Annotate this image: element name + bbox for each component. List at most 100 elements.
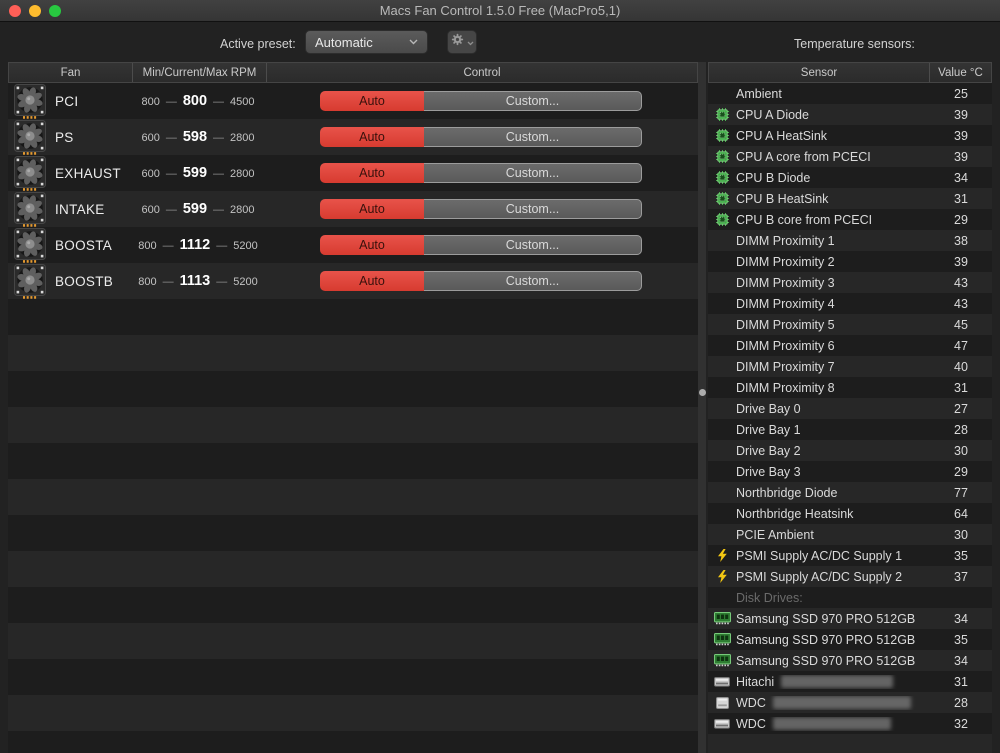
fan-rpm: 600 — 599 — 2800 bbox=[131, 201, 265, 217]
sensor-name: DIMM Proximity 5 bbox=[736, 317, 835, 332]
ssd-square-icon bbox=[708, 696, 736, 709]
sensor-name: WDC bbox=[736, 695, 766, 710]
empty-row bbox=[8, 335, 698, 371]
sensor-name: Northbridge Heatsink bbox=[736, 506, 854, 521]
close-button[interactable] bbox=[9, 5, 21, 17]
sensor-row[interactable]: DIMM Proximity 1 38 bbox=[708, 230, 992, 251]
sensor-row[interactable]: DIMM Proximity 8 31 bbox=[708, 377, 992, 398]
fan-control-segmented: Auto Custom... bbox=[320, 91, 642, 111]
fan-rpm-max: 2800 bbox=[230, 204, 255, 216]
sensor-row[interactable]: Samsung SSD 970 PRO 512GB 34 bbox=[708, 650, 992, 671]
sensor-name: Ambient bbox=[736, 86, 782, 101]
sensor-row[interactable]: CPU B core from PCECI 29 bbox=[708, 209, 992, 230]
auto-button[interactable]: Auto bbox=[320, 127, 424, 147]
rpm-separator: — bbox=[213, 168, 225, 180]
fan-icon bbox=[14, 155, 46, 191]
sensor-name: Samsung SSD 970 PRO 512GB bbox=[736, 632, 916, 647]
sensor-row[interactable]: CPU B HeatSink 31 bbox=[708, 188, 992, 209]
fan-icon bbox=[14, 263, 46, 299]
auto-button[interactable]: Auto bbox=[320, 163, 424, 183]
custom-button[interactable]: Custom... bbox=[424, 199, 642, 219]
splitter-handle-icon[interactable] bbox=[698, 389, 706, 396]
preset-select[interactable]: Automatic bbox=[305, 30, 428, 54]
sensor-row[interactable]: Northbridge Heatsink 64 bbox=[708, 503, 992, 524]
fan-rpm-current: 599 bbox=[182, 201, 208, 217]
auto-button[interactable]: Auto bbox=[320, 235, 424, 255]
sensor-row[interactable]: Samsung SSD 970 PRO 512GB 35 bbox=[708, 629, 992, 650]
sensor-row[interactable]: PSMI Supply AC/DC Supply 1 35 bbox=[708, 545, 992, 566]
sensor-row[interactable]: PCIE Ambient 30 bbox=[708, 524, 992, 545]
sensor-value: 30 bbox=[954, 527, 968, 542]
sensor-row[interactable]: DIMM Proximity 2 39 bbox=[708, 251, 992, 272]
sensor-row[interactable]: CPU B Diode 34 bbox=[708, 167, 992, 188]
sensor-name: DIMM Proximity 1 bbox=[736, 233, 835, 248]
auto-button[interactable]: Auto bbox=[320, 91, 424, 111]
fan-control-segmented: Auto Custom... bbox=[320, 199, 642, 219]
fan-rpm-min: 600 bbox=[141, 168, 160, 180]
sensor-row[interactable]: Ambient 25 bbox=[708, 83, 992, 104]
sensor-row[interactable]: Drive Bay 2 30 bbox=[708, 440, 992, 461]
sensor-name: CPU A HeatSink bbox=[736, 128, 828, 143]
sensor-value: 77 bbox=[954, 485, 968, 500]
sensor-value: 35 bbox=[954, 632, 968, 647]
custom-button[interactable]: Custom... bbox=[424, 163, 642, 183]
sensor-row[interactable]: Drive Bay 1 28 bbox=[708, 419, 992, 440]
sensor-name: Disk Drives: bbox=[736, 590, 803, 605]
sensor-name: WDC bbox=[736, 716, 766, 731]
rpm-separator: — bbox=[162, 276, 174, 288]
sensor-row[interactable]: DIMM Proximity 6 47 bbox=[708, 335, 992, 356]
rpm-separator: — bbox=[165, 168, 177, 180]
sensor-row[interactable]: CPU A HeatSink 39 bbox=[708, 125, 992, 146]
fan-row: BOOSTA 800 — 1112 — 5200 Auto Custom... bbox=[8, 227, 698, 263]
sensor-row[interactable]: Samsung SSD 970 PRO 512GB 34 bbox=[708, 608, 992, 629]
custom-button[interactable]: Custom... bbox=[424, 127, 642, 147]
ssd-icon bbox=[708, 612, 736, 625]
sensor-name: Drive Bay 3 bbox=[736, 464, 801, 479]
preset-actions-button[interactable] bbox=[447, 30, 477, 54]
sensor-row[interactable]: WDC 28 bbox=[708, 692, 992, 713]
sensor-name: PCIE Ambient bbox=[736, 527, 814, 542]
sensor-row[interactable]: PSMI Supply AC/DC Supply 2 37 bbox=[708, 566, 992, 587]
sensor-name: PSMI Supply AC/DC Supply 2 bbox=[736, 569, 903, 584]
sensor-name: DIMM Proximity 4 bbox=[736, 296, 835, 311]
auto-button[interactable]: Auto bbox=[320, 271, 424, 291]
sensor-row[interactable]: DIMM Proximity 4 43 bbox=[708, 293, 992, 314]
custom-button[interactable]: Custom... bbox=[424, 271, 642, 291]
fan-name: BOOSTB bbox=[55, 273, 114, 289]
sensor-value: 43 bbox=[954, 275, 968, 290]
rpm-separator: — bbox=[213, 204, 225, 216]
sensor-row[interactable]: WDC 32 bbox=[708, 713, 992, 734]
minimize-button[interactable] bbox=[29, 5, 41, 17]
header-value: Value °C bbox=[929, 63, 991, 82]
sensor-row[interactable]: DIMM Proximity 7 40 bbox=[708, 356, 992, 377]
fan-rpm-min: 600 bbox=[141, 132, 160, 144]
fan-control-segmented: Auto Custom... bbox=[320, 127, 642, 147]
auto-button[interactable]: Auto bbox=[320, 199, 424, 219]
ssd-icon bbox=[708, 633, 736, 646]
sensor-row[interactable]: Drive Bay 0 27 bbox=[708, 398, 992, 419]
sensor-row[interactable]: Drive Bay 3 29 bbox=[708, 461, 992, 482]
empty-row bbox=[8, 515, 698, 551]
sensor-value: 29 bbox=[954, 212, 968, 227]
toolbar: Active preset: Automatic Temperature sen… bbox=[0, 23, 1000, 62]
zoom-button[interactable] bbox=[49, 5, 61, 17]
fan-icon bbox=[14, 227, 46, 263]
redacted-text bbox=[772, 696, 911, 709]
custom-button[interactable]: Custom... bbox=[424, 235, 642, 255]
sensor-value: 47 bbox=[954, 338, 968, 353]
titlebar: Macs Fan Control 1.5.0 Free (MacPro5,1) bbox=[0, 0, 1000, 22]
custom-button[interactable]: Custom... bbox=[424, 91, 642, 111]
empty-row bbox=[8, 479, 698, 515]
sensor-value: 28 bbox=[954, 422, 968, 437]
power-icon bbox=[708, 570, 736, 583]
sensor-name: Samsung SSD 970 PRO 512GB bbox=[736, 611, 916, 626]
sensor-row[interactable]: DIMM Proximity 5 45 bbox=[708, 314, 992, 335]
sensor-row[interactable]: CPU A core from PCECI 39 bbox=[708, 146, 992, 167]
sensor-row[interactable]: DIMM Proximity 3 43 bbox=[708, 272, 992, 293]
sensor-row[interactable]: Hitachi 31 bbox=[708, 671, 992, 692]
sensor-row[interactable]: CPU A Diode 39 bbox=[708, 104, 992, 125]
pane-splitter[interactable] bbox=[698, 62, 706, 753]
sensor-name: DIMM Proximity 8 bbox=[736, 380, 835, 395]
sensor-row[interactable]: Northbridge Diode 77 bbox=[708, 482, 992, 503]
sensor-value: 39 bbox=[954, 254, 968, 269]
